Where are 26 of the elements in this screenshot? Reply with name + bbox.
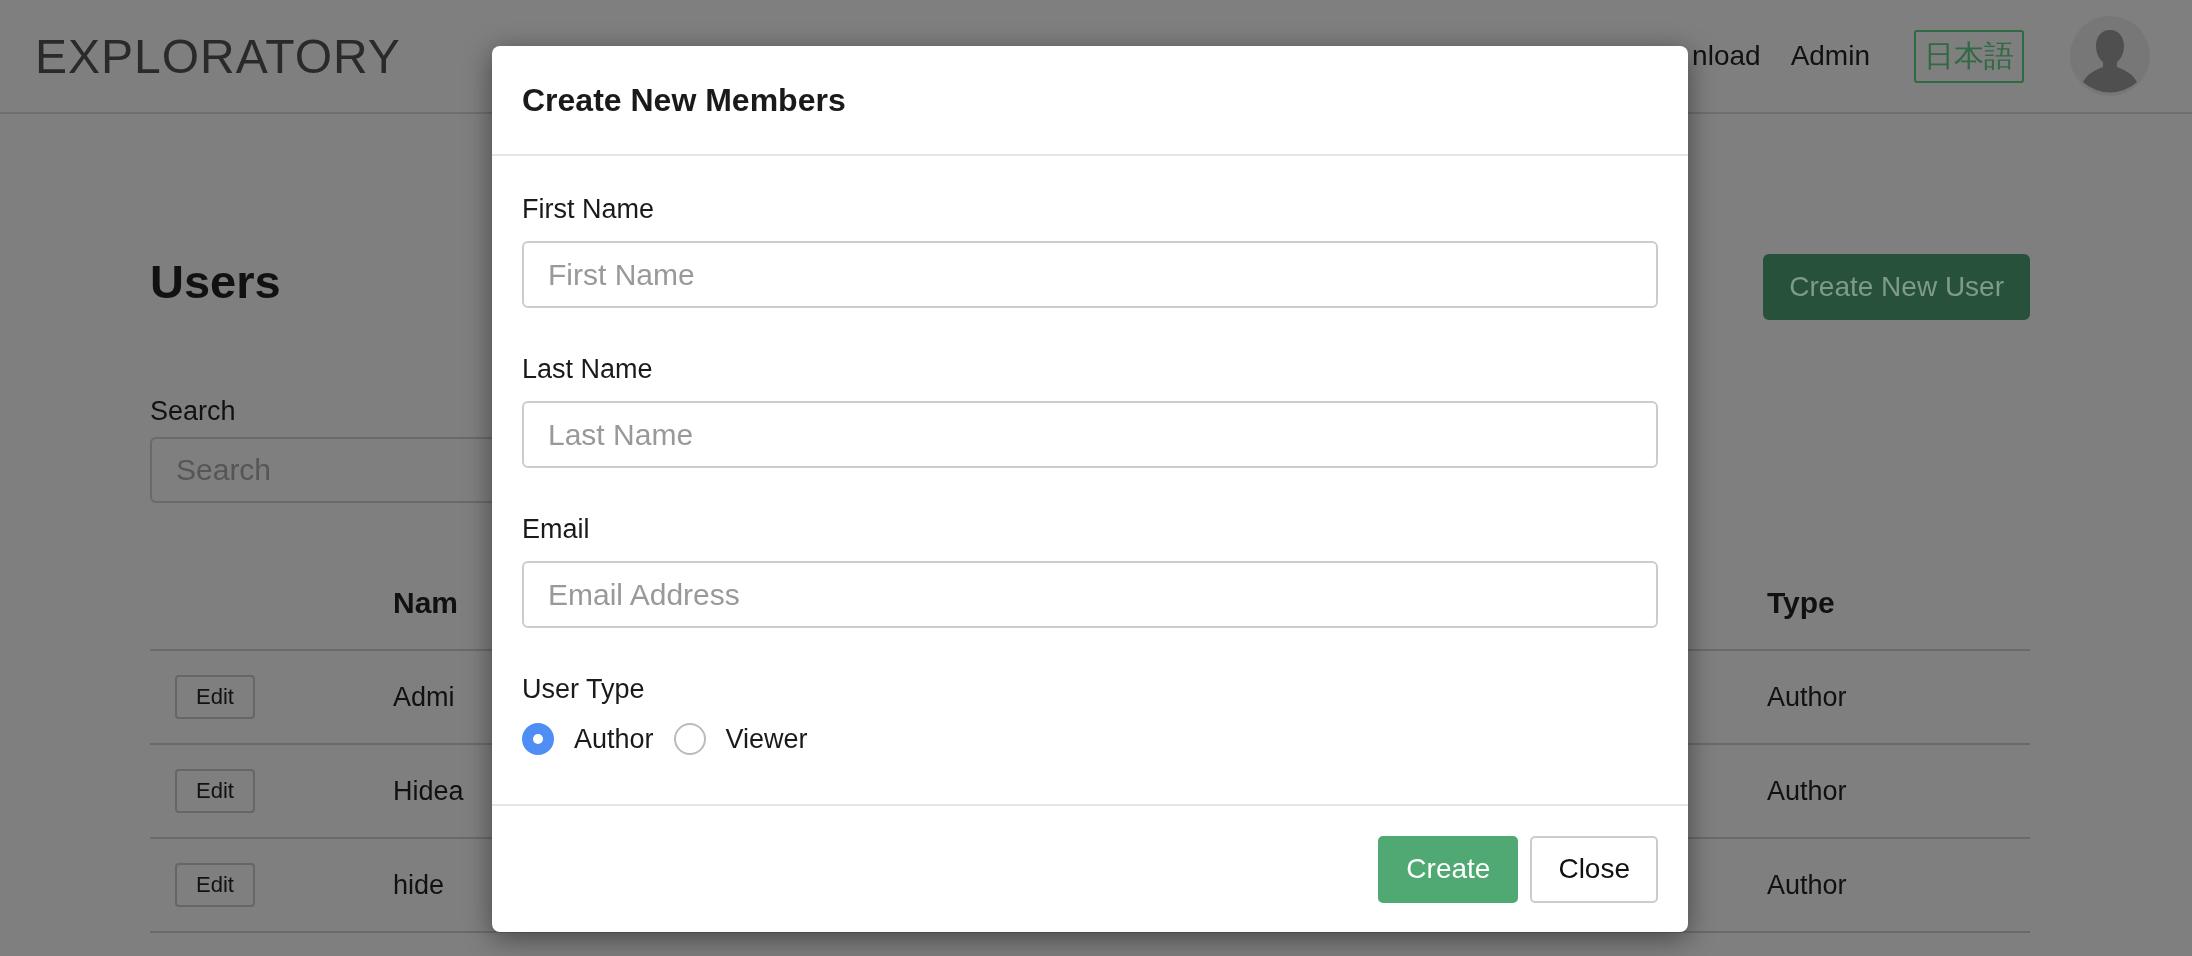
search-label: Search <box>150 396 236 427</box>
field-label: Email <box>522 514 591 545</box>
input-field[interactable]: First Name <box>522 241 1658 308</box>
table-cell: Author <box>1767 838 2030 932</box>
avatar-icon[interactable] <box>2070 16 2150 96</box>
edit-button[interactable]: Edit <box>175 863 255 907</box>
create-user-button[interactable]: Create New User <box>1763 254 2030 320</box>
modal-title: Create New Members <box>522 81 846 119</box>
page-title: Users <box>150 254 281 309</box>
edit-button[interactable]: Edit <box>175 675 255 719</box>
input-field[interactable]: Email Address <box>522 561 1658 628</box>
table-cell: Author <box>1767 744 2030 838</box>
radio-button[interactable] <box>522 723 554 755</box>
table-cell: Author <box>1767 650 2030 744</box>
nav-link[interactable]: Admin <box>1790 40 1870 72</box>
column-header: Type <box>1767 557 2030 650</box>
edit-button[interactable]: Edit <box>175 769 255 813</box>
radio-button[interactable] <box>673 723 706 755</box>
field-label: Last Name <box>522 354 654 385</box>
field-label: User Type <box>522 674 646 705</box>
input-field[interactable]: Last Name <box>522 401 1658 468</box>
close-button[interactable]: Close <box>1530 835 1658 903</box>
logo: EXPLORATORY <box>35 28 401 84</box>
field-label: First Name <box>522 194 655 225</box>
nav-link[interactable]: nload <box>1692 40 1761 72</box>
create-button[interactable]: Create <box>1378 835 1519 903</box>
